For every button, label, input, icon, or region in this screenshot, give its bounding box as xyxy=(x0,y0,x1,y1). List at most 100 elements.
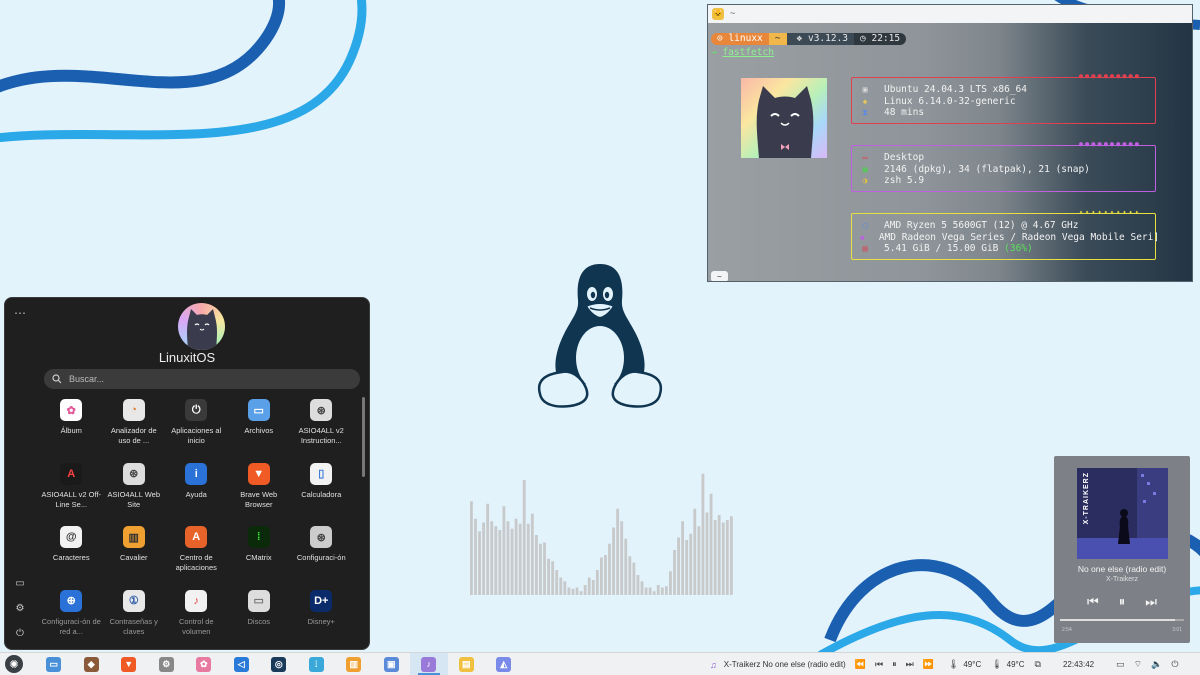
app-ayuda[interactable]: i Ayuda xyxy=(165,459,228,523)
app-discos[interactable]: ▭ Discos xyxy=(228,586,291,650)
taskbar-app-files[interactable]: ▭ xyxy=(35,653,73,675)
app-asio4all-web-site[interactable]: ⊛ ASIO4ALL Web Site xyxy=(103,459,166,523)
volume-icon[interactable]: 🔈 xyxy=(1151,659,1162,670)
search-input[interactable] xyxy=(69,374,329,384)
app-label: ASIO4ALL v2 Off-Line Se... xyxy=(41,489,102,509)
pause-icon[interactable]: ⏸ xyxy=(1119,594,1126,610)
photos-icon: ✿ xyxy=(196,656,212,672)
app-contraseñas-y-claves[interactable]: ① Contraseñas y claves xyxy=(103,586,166,650)
desktop-icon: ▭ xyxy=(862,153,868,162)
settings-icon[interactable]: ⚙ xyxy=(14,603,26,615)
app-grid-scrollbar[interactable] xyxy=(362,397,365,477)
configuraci-ón-icon: ⊛ xyxy=(310,526,333,548)
taskbar-app-vscode[interactable]: ◁ xyxy=(223,653,261,675)
app-brave-web-browser[interactable]: ▼ Brave Web Browser xyxy=(228,459,291,523)
visualizer-bar xyxy=(652,591,656,595)
visualizer-bar xyxy=(571,588,575,595)
folder-icon[interactable]: ▭ xyxy=(14,578,26,590)
asio4all-web-site-icon: ⊛ xyxy=(122,462,145,485)
ayuda-icon: i xyxy=(185,462,208,485)
brave-web-browser-icon: ▼ xyxy=(247,462,270,485)
more-options-icon[interactable]: ⋯ xyxy=(14,306,27,320)
app-label: Archivos xyxy=(244,426,274,435)
box-decoration: ●●●●●●●●●● xyxy=(1078,140,1141,148)
visualizer-bar xyxy=(685,540,689,595)
fast-forward-icon[interactable]: ⏩ xyxy=(923,659,934,670)
gpu-temp: 49°C xyxy=(1006,660,1025,669)
shell-value: zsh 5.9 xyxy=(884,175,925,186)
shell-prompt: ⊙ linuxx ~ ❖ v3.12.3 ◷ 22:15 xyxy=(711,33,907,45)
next-track-icon[interactable]: ⏭ xyxy=(906,659,914,670)
music-app-icon[interactable]: ♫ xyxy=(710,660,717,670)
app-álbum[interactable]: ✿ Álbum xyxy=(40,395,103,459)
rewind-icon[interactable]: ⏪ xyxy=(855,659,866,670)
taskbar-app-game[interactable]: ◆ xyxy=(73,653,111,675)
app-centro-de-aplicaciones[interactable]: A Centro de aplicaciones xyxy=(165,522,228,586)
app-configuraci-ón[interactable]: ⊛ Configuraci-ón xyxy=(290,522,353,586)
visualizer-bar xyxy=(514,518,518,595)
app-caracteres[interactable]: @ Caracteres xyxy=(40,522,103,586)
now-playing-text[interactable]: X-Traikerz No one else (radio edit) xyxy=(724,660,846,669)
start-button[interactable]: ✺ xyxy=(5,655,23,673)
next-icon[interactable]: ⏭ xyxy=(1145,594,1157,610)
app-cmatrix[interactable]: ⁞ CMatrix xyxy=(228,522,291,586)
terminal-titlebar[interactable]: 🐱 ~ xyxy=(708,5,1192,23)
clipboard-icon[interactable]: ⧉ xyxy=(1035,659,1041,670)
power-menu-icon[interactable]: ⏻ xyxy=(1171,659,1178,670)
taskbar-app-notes[interactable]: ▤ xyxy=(448,653,486,675)
terminal-window[interactable]: 🐱 ~ ⊙ linuxx ~ ❖ v3.12.3 ◷ 22:15 → fastf… xyxy=(707,4,1193,282)
screenshot-icon[interactable]: ▭ xyxy=(1116,659,1125,670)
app-calculadora[interactable]: ▯ Calculadora xyxy=(290,459,353,523)
seek-bar[interactable] xyxy=(1060,619,1184,621)
power-icon[interactable]: ⏻ xyxy=(14,628,26,640)
taskbar-app-brave[interactable]: ▼ xyxy=(110,653,148,675)
monitor-icon: ▣ xyxy=(862,85,868,94)
music-player-widget: X-TRAIKERZ No one else (radio edit) X-Tr… xyxy=(1054,456,1190,643)
app-aplicaciones-al-inicio[interactable]: ⏻ Aplicaciones al inicio xyxy=(165,395,228,459)
taskbar-app-cavalier[interactable]: ▥ xyxy=(335,653,373,675)
taskbar-app-music[interactable]: ♪ xyxy=(410,652,448,675)
visualizer-bar xyxy=(624,538,628,595)
app-label: Configuraci-ón xyxy=(296,553,346,562)
gpu-thermometer-icon: 🌡 xyxy=(991,659,1003,669)
notes-icon: ▤ xyxy=(458,656,474,672)
box-decoration: ✦✦✦✦✦✦✦✦✦✦ xyxy=(1078,208,1141,216)
app-analizador-de-uso-de[interactable]: ◔ Analizador de uso de ... xyxy=(103,395,166,459)
taskbar-app-steam[interactable]: ◎ xyxy=(260,653,298,675)
previous-icon[interactable]: ⏮ xyxy=(1087,594,1099,610)
visualizer-bar xyxy=(559,577,563,595)
wifi-icon[interactable]: ⌔ xyxy=(1134,659,1142,670)
taskbar-app-settings[interactable]: ⚙ xyxy=(148,653,186,675)
clock[interactable]: 22:43:42 xyxy=(1063,660,1094,669)
user-avatar[interactable] xyxy=(178,303,225,350)
app-cavalier[interactable]: ▥ Cavalier xyxy=(103,522,166,586)
visualizer-bar xyxy=(689,533,693,595)
app-archivos[interactable]: ▭ Archivos xyxy=(228,395,291,459)
search-bar[interactable] xyxy=(44,369,360,389)
previous-track-icon[interactable]: ⏮ xyxy=(875,659,883,670)
app-configuraci-ón-de-red-a[interactable]: ⊕ Configuraci-ón de red a... xyxy=(40,586,103,650)
visualizer-bar xyxy=(673,550,676,595)
cpu-icon: ▢ xyxy=(862,221,868,230)
app-asio4all-v2-off-line-se[interactable]: A ASIO4ALL v2 Off-Line Se... xyxy=(40,459,103,523)
taskbar-app-photos[interactable]: ✿ xyxy=(185,653,223,675)
app-label: Control de volumen xyxy=(178,616,214,636)
taskbar-app-equalizer[interactable]: ⦙ xyxy=(298,653,336,675)
visualizer-bar xyxy=(640,581,644,595)
pause-track-icon[interactable]: ⏸ xyxy=(892,659,897,670)
app-disney[interactable]: D+ Disney+ xyxy=(290,586,353,650)
app-label: Ayuda xyxy=(185,489,207,499)
taskbar-app-gallery[interactable]: ◭ xyxy=(485,653,523,675)
files-icon: ▭ xyxy=(46,656,62,672)
app-label: Discos xyxy=(247,616,270,626)
search-icon xyxy=(52,374,62,384)
taskbar-app-software[interactable]: ▣ xyxy=(373,653,411,675)
visualizer-bar xyxy=(486,503,490,595)
cmatrix-icon: ⁞ xyxy=(247,526,270,548)
app-asio4all-v2-instruction[interactable]: ⊛ ASIO4ALL v2 Instruction... xyxy=(290,395,353,459)
visualizer-bar xyxy=(656,585,660,595)
desktop-info-box: ●●●●●●●●●● ▭ Desktop ▦ 2146 (dpkg), 34 (fl… xyxy=(851,140,1156,192)
app-control-de-volumen[interactable]: ♪ Control de volumen xyxy=(165,586,228,650)
steam-icon: ◎ xyxy=(271,656,287,672)
visualizer-bar xyxy=(555,570,559,595)
